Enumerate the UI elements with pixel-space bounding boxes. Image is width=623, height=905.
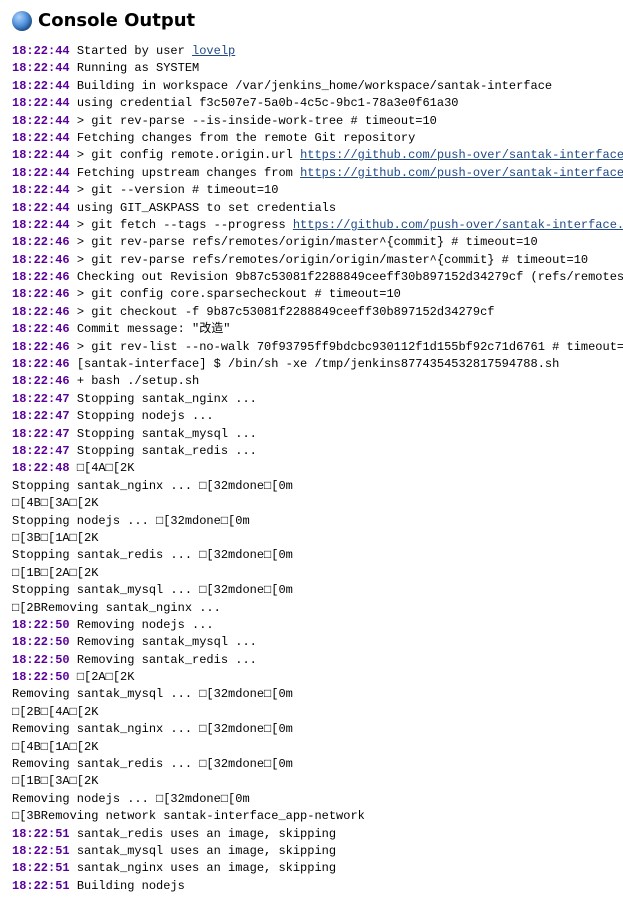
timestamp: 18:22:46 bbox=[12, 305, 70, 319]
timestamp: 18:22:44 bbox=[12, 114, 70, 128]
console-line: 18:22:46 + bash ./setup.sh bbox=[12, 373, 611, 390]
console-line: 18:22:50 Removing nodejs ... bbox=[12, 617, 611, 634]
console-line: 18:22:44 > git --version # timeout=10 bbox=[12, 182, 611, 199]
console-output: 18:22:44 Started by user lovelp18:22:44 … bbox=[12, 43, 611, 895]
timestamp: 18:22:46 bbox=[12, 322, 70, 336]
timestamp: 18:22:44 bbox=[12, 131, 70, 145]
page-title: Console Output bbox=[38, 10, 195, 31]
timestamp: 18:22:44 bbox=[12, 166, 70, 180]
timestamp: 18:22:46 bbox=[12, 357, 70, 371]
console-line: Removing nodejs ... □[32mdone□[0m bbox=[12, 791, 611, 808]
console-line: 18:22:47 Stopping nodejs ... bbox=[12, 408, 611, 425]
console-line: 18:22:46 > git rev-list --no-walk 70f937… bbox=[12, 339, 611, 356]
timestamp: 18:22:44 bbox=[12, 61, 70, 75]
timestamp: 18:22:51 bbox=[12, 879, 70, 893]
console-line: 18:22:51 santak_mysql uses an image, ski… bbox=[12, 843, 611, 860]
console-line: 18:22:46 Commit message: "改造" bbox=[12, 321, 611, 338]
console-line: 18:22:50 Removing santak_redis ... bbox=[12, 652, 611, 669]
timestamp: 18:22:44 bbox=[12, 148, 70, 162]
console-line: 18:22:46 > git checkout -f 9b87c53081f22… bbox=[12, 304, 611, 321]
timestamp: 18:22:50 bbox=[12, 635, 70, 649]
timestamp: 18:22:50 bbox=[12, 670, 70, 684]
timestamp: 18:22:50 bbox=[12, 618, 70, 632]
timestamp: 18:22:51 bbox=[12, 861, 70, 875]
timestamp: 18:22:51 bbox=[12, 844, 70, 858]
console-line: □[2B□[4A□[2K bbox=[12, 704, 611, 721]
console-line: 18:22:44 Started by user lovelp bbox=[12, 43, 611, 60]
console-line: 18:22:47 Stopping santak_mysql ... bbox=[12, 426, 611, 443]
timestamp: 18:22:51 bbox=[12, 827, 70, 841]
timestamp: 18:22:44 bbox=[12, 79, 70, 93]
timestamp: 18:22:46 bbox=[12, 374, 70, 388]
console-line: 18:22:47 Stopping santak_redis ... bbox=[12, 443, 611, 460]
build-status-icon bbox=[12, 11, 32, 31]
console-line: 18:22:44 Fetching upstream changes from … bbox=[12, 165, 611, 182]
console-line: Stopping santak_redis ... □[32mdone□[0m bbox=[12, 547, 611, 564]
timestamp: 18:22:44 bbox=[12, 218, 70, 232]
console-line: 18:22:47 Stopping santak_nginx ... bbox=[12, 391, 611, 408]
console-line: □[1B□[3A□[2K bbox=[12, 773, 611, 790]
console-line: 18:22:44 Building in workspace /var/jenk… bbox=[12, 78, 611, 95]
console-line: Removing santak_redis ... □[32mdone□[0m bbox=[12, 756, 611, 773]
console-line: Stopping santak_nginx ... □[32mdone□[0m bbox=[12, 478, 611, 495]
timestamp: 18:22:48 bbox=[12, 461, 70, 475]
console-line: 18:22:44 using credential f3c507e7-5a0b-… bbox=[12, 95, 611, 112]
timestamp: 18:22:50 bbox=[12, 653, 70, 667]
console-line: 18:22:51 santak_redis uses an image, ski… bbox=[12, 826, 611, 843]
console-line: □[4B□[1A□[2K bbox=[12, 739, 611, 756]
console-line: 18:22:44 > git rev-parse --is-inside-wor… bbox=[12, 113, 611, 130]
console-line: 18:22:51 santak_nginx uses an image, ski… bbox=[12, 860, 611, 877]
console-line: 18:22:44 Fetching changes from the remot… bbox=[12, 130, 611, 147]
timestamp: 18:22:46 bbox=[12, 235, 70, 249]
console-line: □[3BRemoving network santak-interface_ap… bbox=[12, 808, 611, 825]
timestamp: 18:22:47 bbox=[12, 392, 70, 406]
timestamp: 18:22:46 bbox=[12, 340, 70, 354]
console-line: 18:22:48 □[4A□[2K bbox=[12, 460, 611, 477]
console-line: 18:22:46 > git rev-parse refs/remotes/or… bbox=[12, 234, 611, 251]
timestamp: 18:22:44 bbox=[12, 96, 70, 110]
timestamp: 18:22:47 bbox=[12, 409, 70, 423]
console-line: Stopping nodejs ... □[32mdone□[0m bbox=[12, 513, 611, 530]
timestamp: 18:22:47 bbox=[12, 427, 70, 441]
repo-url-link[interactable]: https://github.com/push-over/santak-inte… bbox=[293, 218, 623, 232]
timestamp: 18:22:44 bbox=[12, 44, 70, 58]
user-link[interactable]: lovelp bbox=[192, 44, 235, 58]
console-line: Removing santak_mysql ... □[32mdone□[0m bbox=[12, 686, 611, 703]
console-line: 18:22:50 Removing santak_mysql ... bbox=[12, 634, 611, 651]
console-line: Stopping santak_mysql ... □[32mdone□[0m bbox=[12, 582, 611, 599]
console-line: 18:22:46 > git config core.sparsecheckou… bbox=[12, 286, 611, 303]
timestamp: 18:22:44 bbox=[12, 201, 70, 215]
console-line: 18:22:51 Building nodejs bbox=[12, 878, 611, 895]
timestamp: 18:22:47 bbox=[12, 444, 70, 458]
console-line: 18:22:50 □[2A□[2K bbox=[12, 669, 611, 686]
timestamp: 18:22:46 bbox=[12, 270, 70, 284]
timestamp: 18:22:46 bbox=[12, 253, 70, 267]
console-line: □[1B□[2A□[2K bbox=[12, 565, 611, 582]
console-line: 18:22:44 using GIT_ASKPASS to set creden… bbox=[12, 200, 611, 217]
console-line: 18:22:44 Running as SYSTEM bbox=[12, 60, 611, 77]
console-line: 18:22:46 [santak-interface] $ /bin/sh -x… bbox=[12, 356, 611, 373]
console-line: 18:22:44 > git config remote.origin.url … bbox=[12, 147, 611, 164]
repo-url-link[interactable]: https://github.com/push-over/santak-inte… bbox=[300, 166, 623, 180]
timestamp: 18:22:46 bbox=[12, 287, 70, 301]
console-line: Removing santak_nginx ... □[32mdone□[0m bbox=[12, 721, 611, 738]
console-line: □[3B□[1A□[2K bbox=[12, 530, 611, 547]
console-line: 18:22:46 > git rev-parse refs/remotes/or… bbox=[12, 252, 611, 269]
timestamp: 18:22:44 bbox=[12, 183, 70, 197]
console-line: 18:22:46 Checking out Revision 9b87c5308… bbox=[12, 269, 611, 286]
console-header: Console Output bbox=[12, 10, 611, 31]
console-line: □[2BRemoving santak_nginx ... bbox=[12, 600, 611, 617]
console-line: 18:22:44 > git fetch --tags --progress h… bbox=[12, 217, 611, 234]
console-line: □[4B□[3A□[2K bbox=[12, 495, 611, 512]
repo-url-link[interactable]: https://github.com/push-over/santak-inte… bbox=[300, 148, 623, 162]
